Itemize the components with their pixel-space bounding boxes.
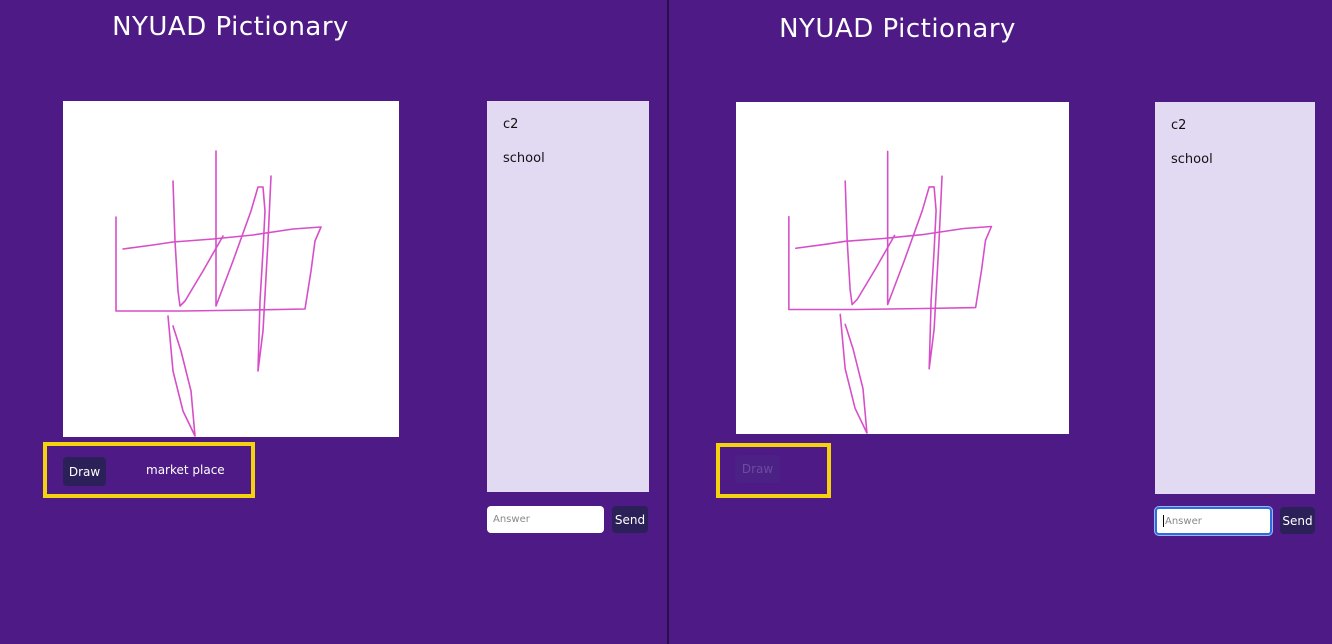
stroke-vertical-2 xyxy=(215,150,272,372)
draw-button[interactable]: Draw xyxy=(735,455,780,483)
guess-list: c2 school xyxy=(487,101,649,492)
stroke-box xyxy=(788,215,993,311)
guess-message: school xyxy=(503,151,545,166)
drawing-canvas[interactable] xyxy=(63,101,399,437)
answer-input[interactable]: Answer xyxy=(487,506,604,533)
send-button[interactable]: Send xyxy=(1280,507,1315,534)
answer-placeholder: Answer xyxy=(1165,515,1202,527)
answer-input[interactable]: Answer xyxy=(1155,507,1272,535)
page-title: NYUAD Pictionary xyxy=(779,14,1016,44)
draw-button[interactable]: Draw xyxy=(63,457,106,486)
guess-message: c2 xyxy=(503,117,519,132)
drawing-strokes xyxy=(788,150,993,434)
guess-list: c2 school xyxy=(1155,102,1315,494)
drawing-strokes xyxy=(115,150,322,437)
send-button[interactable]: Send xyxy=(612,506,648,533)
guess-message: c2 xyxy=(1171,118,1187,133)
stroke-tail xyxy=(839,313,868,434)
secret-word: market place xyxy=(146,463,225,477)
answer-placeholder: Answer xyxy=(493,514,530,525)
text-caret xyxy=(1163,515,1164,527)
guess-message: school xyxy=(1171,152,1213,167)
page-title: NYUAD Pictionary xyxy=(112,12,349,42)
stroke-tail xyxy=(167,315,196,437)
drawer-view: NYUAD Pictionary Draw market place c2 sc… xyxy=(0,0,667,644)
guesser-view: NYUAD Pictionary Draw c2 school Answer S… xyxy=(669,0,1332,644)
stroke-vertical-2 xyxy=(886,150,943,370)
drawing-canvas xyxy=(736,102,1069,434)
stroke-box xyxy=(115,216,322,312)
